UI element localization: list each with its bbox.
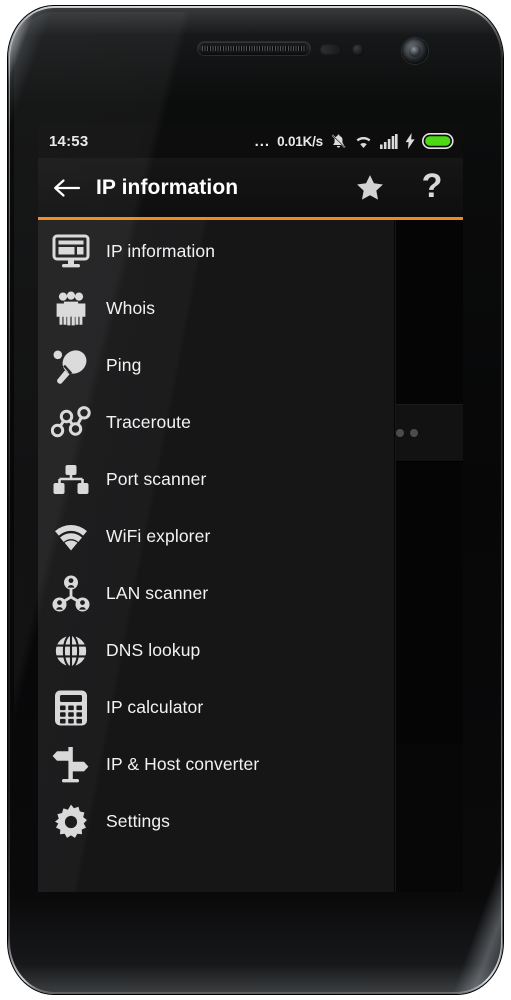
light-sensor — [352, 44, 364, 56]
menu-item-ip-host-converter[interactable]: IP & Host converter — [38, 736, 394, 793]
drawer-edge-shadow — [394, 220, 396, 892]
menu-item-label: Traceroute — [106, 412, 191, 433]
title-bar: IP information ? — [38, 158, 463, 217]
menu-item-wifi-explorer[interactable]: WiFi explorer — [38, 508, 394, 565]
network-boxes-icon — [48, 457, 94, 503]
wifi-icon — [354, 134, 373, 149]
notifications-muted-icon — [330, 133, 347, 150]
phone-screen: 14:53 ... 0.01K/s — [38, 124, 463, 892]
network-path-icon — [48, 400, 94, 446]
people-group-icon — [48, 286, 94, 332]
menu-item-dns-lookup[interactable]: DNS lookup — [38, 622, 394, 679]
lan-nodes-icon — [48, 571, 94, 617]
network-speed-label: 0.01K/s — [277, 134, 323, 149]
menu-item-label: Ping — [106, 355, 141, 376]
menu-item-port-scanner[interactable]: Port scanner — [38, 451, 394, 508]
star-icon — [354, 172, 386, 204]
menu-item-ping[interactable]: Ping — [38, 337, 394, 394]
help-button[interactable]: ? — [401, 158, 463, 217]
battery-full-icon — [422, 133, 455, 149]
drawer-menu: IP information Whois — [38, 220, 394, 850]
menu-item-label: DNS lookup — [106, 640, 200, 661]
menu-item-label: Settings — [106, 811, 170, 832]
proximity-sensor — [320, 44, 342, 55]
page-title: IP information — [96, 176, 238, 200]
back-button[interactable] — [38, 158, 96, 217]
question-mark-icon: ? — [422, 169, 443, 203]
menu-item-ip-information[interactable]: IP information — [38, 223, 394, 280]
menu-item-lan-scanner[interactable]: LAN scanner — [38, 565, 394, 622]
status-icons: ... 0.01K/s — [255, 133, 455, 150]
calculator-icon — [48, 685, 94, 731]
status-bar: 14:53 ... 0.01K/s — [38, 124, 463, 158]
status-clock: 14:53 — [49, 133, 88, 150]
charging-bolt-icon — [405, 133, 415, 149]
wifi-icon — [48, 514, 94, 560]
menu-item-label: IP information — [106, 241, 215, 262]
menu-item-label: IP & Host converter — [106, 754, 259, 775]
globe-icon — [48, 628, 94, 674]
menu-item-label: IP calculator — [106, 697, 203, 718]
monitor-icon — [48, 229, 94, 275]
earpiece-speaker — [198, 42, 310, 55]
back-arrow-icon — [52, 176, 82, 200]
menu-item-settings[interactable]: Settings — [38, 793, 394, 850]
title-actions: ? — [339, 158, 463, 217]
menu-item-label: Port scanner — [106, 469, 206, 490]
overflow-dots: ... — [255, 133, 271, 150]
signpost-icon — [48, 742, 94, 788]
ping-pong-paddle-icon — [48, 343, 94, 389]
menu-item-label: LAN scanner — [106, 583, 208, 604]
gear-icon — [48, 799, 94, 845]
cellular-signal-icon — [380, 134, 398, 149]
menu-item-ip-calculator[interactable]: IP calculator — [38, 679, 394, 736]
behind-card-dots — [396, 429, 426, 437]
menu-item-whois[interactable]: Whois — [38, 280, 394, 337]
front-camera — [402, 38, 428, 64]
favorite-button[interactable] — [339, 158, 401, 217]
menu-item-traceroute[interactable]: Traceroute — [38, 394, 394, 451]
menu-item-label: WiFi explorer — [106, 526, 210, 547]
menu-item-label: Whois — [106, 298, 155, 319]
navigation-drawer[interactable]: IP information Whois — [38, 220, 394, 892]
